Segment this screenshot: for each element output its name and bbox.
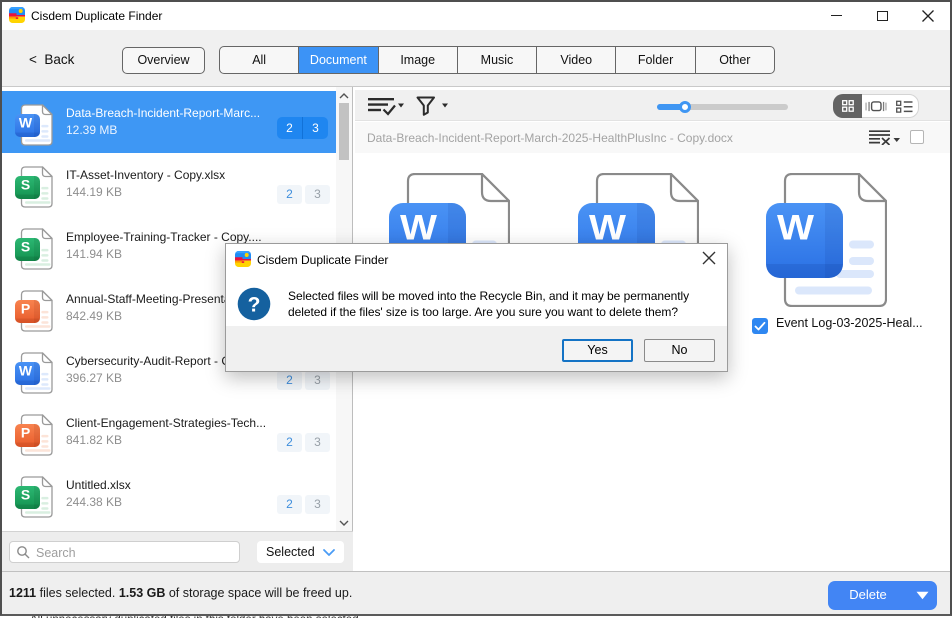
svg-text:?: ?	[248, 294, 261, 317]
